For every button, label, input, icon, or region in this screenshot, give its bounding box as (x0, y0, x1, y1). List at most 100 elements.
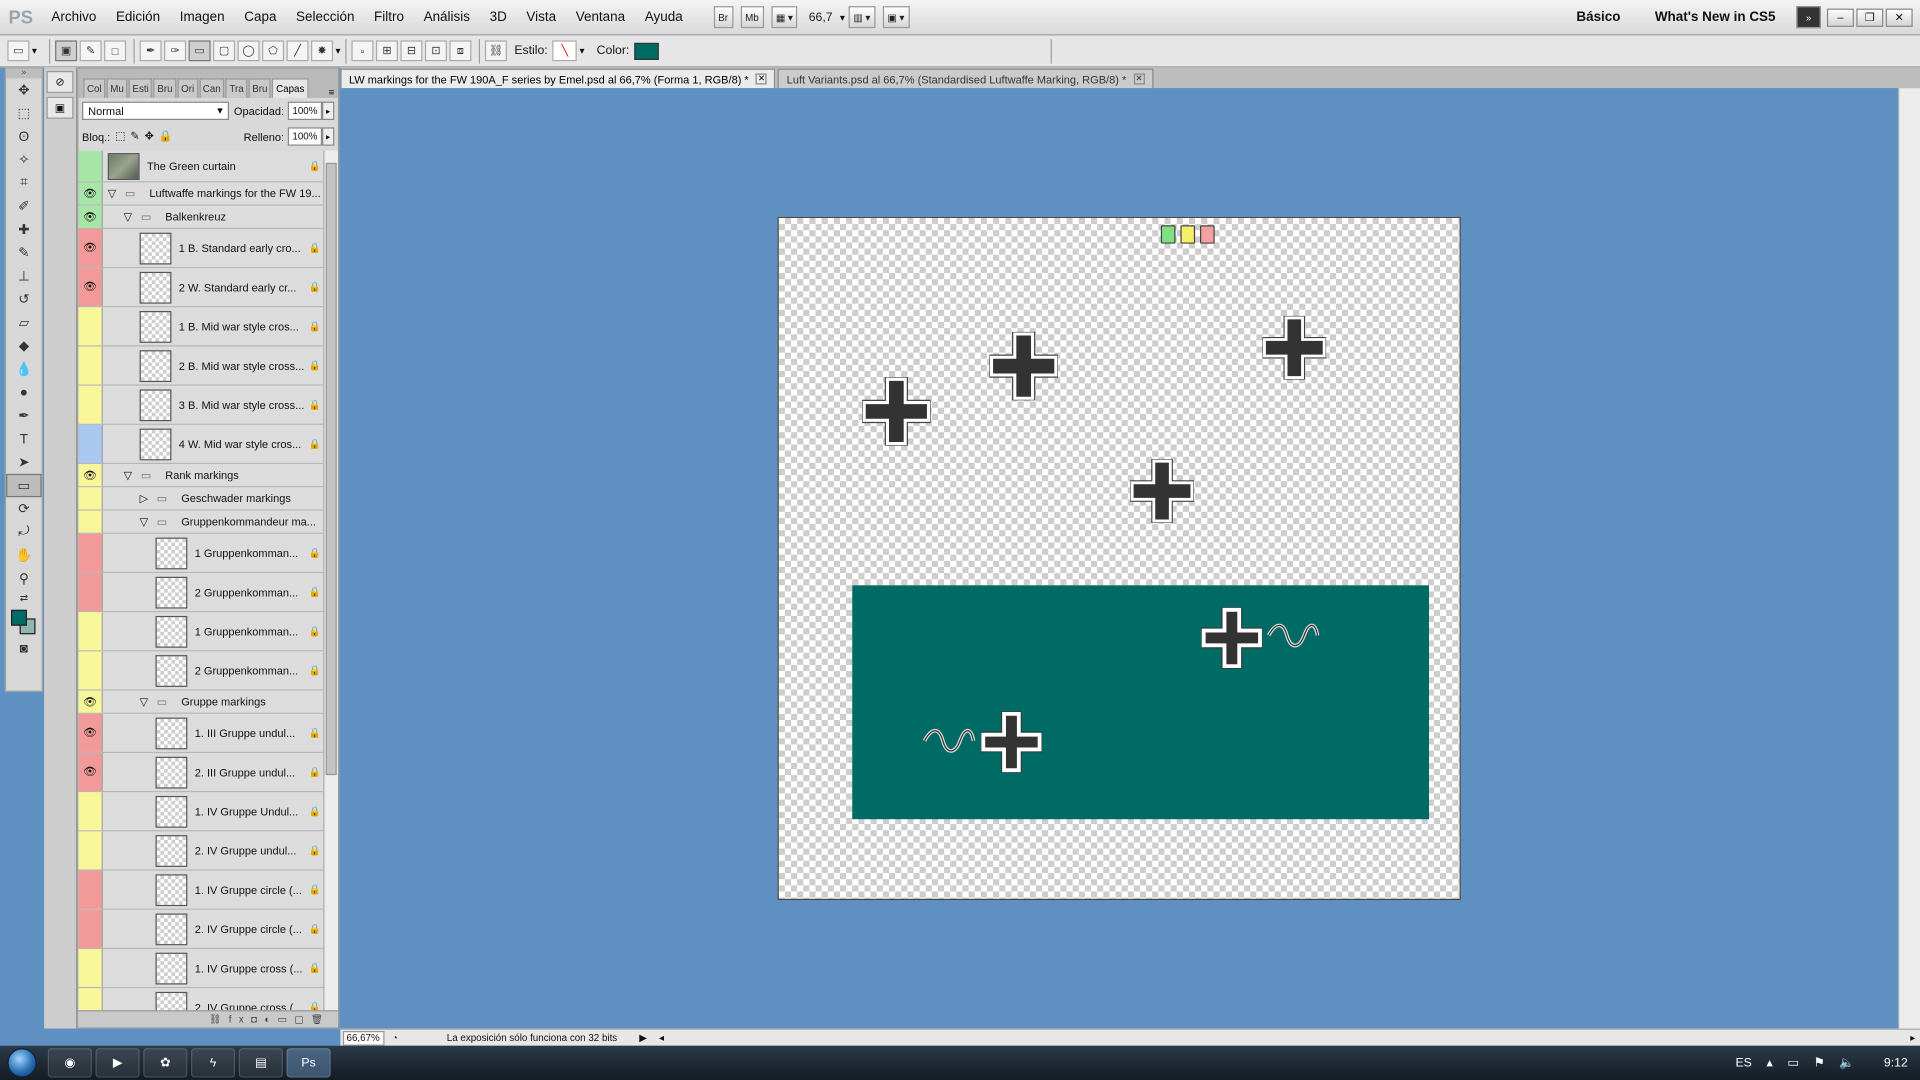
intersect-shape-area-icon[interactable]: ⊡ (424, 40, 447, 62)
new-layer-icon[interactable]: ▢ (294, 1014, 311, 1025)
menu-ayuda[interactable]: Ayuda (635, 10, 693, 25)
delete-layer-icon[interactable]: 🗑 (311, 1014, 331, 1025)
link-layers-icon[interactable]: ⛓ (209, 1014, 229, 1025)
visibility-eye-icon[interactable]: 👁 (78, 205, 103, 228)
menu-vista[interactable]: Vista (517, 10, 566, 25)
tab-color[interactable]: Col (83, 78, 106, 98)
visibility-eye-icon[interactable] (78, 307, 103, 346)
balkenkreuz-cross[interactable] (989, 331, 1058, 401)
workspace-more-icon[interactable]: » (1796, 6, 1821, 29)
pen-tool-icon[interactable]: ✒ (6, 404, 42, 427)
pen-tool-icon[interactable]: ✒ (139, 40, 162, 62)
menu-seleccion[interactable]: Selección (286, 10, 364, 25)
visibility-eye-icon[interactable] (78, 150, 103, 182)
visibility-eye-icon[interactable] (78, 385, 103, 424)
tab-clone-source[interactable]: Ori (177, 78, 198, 98)
visibility-eye-icon[interactable] (78, 831, 103, 870)
visibility-eye-icon[interactable] (78, 792, 103, 831)
layer-row[interactable]: The Green curtain 🔒 (78, 150, 324, 183)
minimize-button[interactable]: – (1826, 7, 1854, 27)
path-selection-tool-icon[interactable]: ➤ (6, 451, 42, 474)
visibility-eye-icon[interactable] (78, 533, 103, 572)
type-tool-icon[interactable]: T (6, 427, 42, 450)
polygon-shape-icon[interactable]: ⬠ (262, 40, 285, 62)
quick-selection-tool-icon[interactable]: ✧ (6, 148, 42, 171)
tab-brush-presets[interactable]: Bru (248, 78, 272, 98)
quick-mask-icon[interactable]: ◙ (6, 637, 42, 660)
layer-row[interactable]: 1. IV Gruppe Undul... 🔒 (78, 792, 324, 832)
visibility-eye-icon[interactable]: 👁 (78, 268, 103, 307)
adjustment-icon[interactable]: ◐ (264, 1014, 277, 1025)
screen-mode-button[interactable]: ▣ ▾ (882, 6, 910, 29)
volume-icon[interactable]: 🔈 (1839, 1056, 1854, 1069)
history-brush-tool-icon[interactable]: ↺ (6, 288, 42, 311)
move-tool-icon[interactable]: ✥ (6, 78, 42, 101)
visibility-eye-icon[interactable] (78, 651, 103, 690)
group-expand-icon[interactable]: ▽ (140, 515, 157, 528)
zoom-level[interactable]: 66,7 (805, 6, 836, 28)
visibility-eye-icon[interactable] (78, 487, 103, 510)
visibility-eye-icon[interactable] (78, 612, 103, 651)
balkenkreuz-cross[interactable] (1130, 459, 1194, 523)
action-center-icon[interactable]: ⚑ (1814, 1056, 1825, 1069)
3d-rotate-tool-icon[interactable]: ⟳ (6, 497, 42, 520)
dodge-tool-icon[interactable]: ● (6, 381, 42, 404)
visibility-eye-icon[interactable]: 👁 (78, 753, 103, 792)
visibility-eye-icon[interactable] (78, 346, 103, 385)
rectangle-shape-icon[interactable]: ▭ (188, 40, 211, 62)
marquee-tool-icon[interactable]: ⬚ (6, 102, 42, 125)
clock[interactable]: 9:12 (1884, 1056, 1908, 1069)
style-swatch[interactable]: ╲ (552, 40, 578, 62)
ellipse-shape-icon[interactable]: ◯ (237, 40, 260, 62)
visibility-eye-icon[interactable]: 👁 (78, 464, 103, 487)
shape-layers-button[interactable]: ▣ (55, 40, 78, 62)
fx-icon[interactable]: fx (229, 1014, 251, 1025)
layers-scrollbar[interactable] (323, 150, 338, 1027)
menu-filtro[interactable]: Filtro (364, 10, 414, 25)
doc-tab-lw-markings[interactable]: LW markings for the FW 190A_F series by … (340, 68, 776, 89)
tab-swatches[interactable]: Mu (106, 78, 128, 98)
menu-ventana[interactable]: Ventana (566, 10, 635, 25)
undulating-line[interactable] (922, 727, 976, 754)
arrange-documents-button[interactable]: ▥ ▾ (848, 6, 876, 29)
eyedropper-tool-icon[interactable]: ✐ (6, 195, 42, 218)
app-taskbar-icon[interactable]: ✿ (143, 1048, 188, 1078)
visibility-eye-icon[interactable]: 👁 (78, 690, 103, 713)
clone-stamp-tool-icon[interactable]: ⊥ (6, 264, 42, 287)
menu-archivo[interactable]: Archivo (42, 10, 107, 25)
fill-slider-icon[interactable]: ▸ (322, 127, 335, 146)
zoom-tool-icon[interactable]: ⚲ (6, 567, 42, 590)
group-expand-icon[interactable]: ▷ (140, 492, 157, 505)
layer-row[interactable]: 1 Gruppenkomman... 🔒 (78, 533, 324, 574)
layer-row[interactable]: 👁 1 B. Standard early cro... 🔒 (78, 228, 324, 269)
crop-tool-icon[interactable]: ⌗ (6, 171, 42, 194)
minibridge-button[interactable]: Mb (740, 6, 764, 29)
style-dropdown-icon[interactable]: ▾ (580, 45, 585, 56)
layer-row[interactable]: 👁 2. III Gruppe undul... 🔒 (78, 753, 324, 793)
visibility-eye-icon[interactable]: 👁 (78, 228, 103, 267)
undulating-line[interactable] (1266, 622, 1320, 649)
menu-edicion[interactable]: Edición (106, 10, 170, 25)
status-menu-arrow-icon[interactable]: ▶ (639, 1032, 647, 1043)
balkenkreuz-cross[interactable] (862, 377, 931, 446)
freeform-pen-icon[interactable]: ✑ (164, 40, 187, 62)
visibility-eye-icon[interactable] (78, 948, 103, 987)
toolbox-collapse-icon[interactable]: » (6, 68, 42, 79)
layer-row[interactable]: 2 B. Mid war style cross... 🔒 (78, 346, 324, 386)
tab-styles[interactable]: Esti (128, 78, 153, 98)
menu-3d[interactable]: 3D (480, 10, 517, 25)
fill-input[interactable]: 100% (287, 127, 323, 146)
layer-row[interactable]: 1 Gruppenkomman... 🔒 (78, 612, 324, 652)
visibility-eye-icon[interactable] (78, 424, 103, 463)
canvas-vertical-scrollbar[interactable] (1897, 88, 1920, 1029)
balkenkreuz-white-cross[interactable] (1201, 607, 1263, 669)
zoom-dropdown-icon[interactable]: ▾ (840, 12, 845, 23)
color-swatch[interactable] (634, 42, 659, 60)
language-indicator[interactable]: ES (1735, 1056, 1751, 1069)
menu-imagen[interactable]: Imagen (170, 10, 235, 25)
hand-tool-icon[interactable]: ✋ (6, 544, 42, 567)
media-taskbar-icon[interactable]: ▶ (95, 1048, 140, 1078)
close-tab-icon[interactable]: ✕ (1133, 73, 1145, 85)
note-icon[interactable] (1200, 225, 1215, 244)
layer-row[interactable]: 1. IV Gruppe cross (... 🔒 (78, 948, 324, 989)
